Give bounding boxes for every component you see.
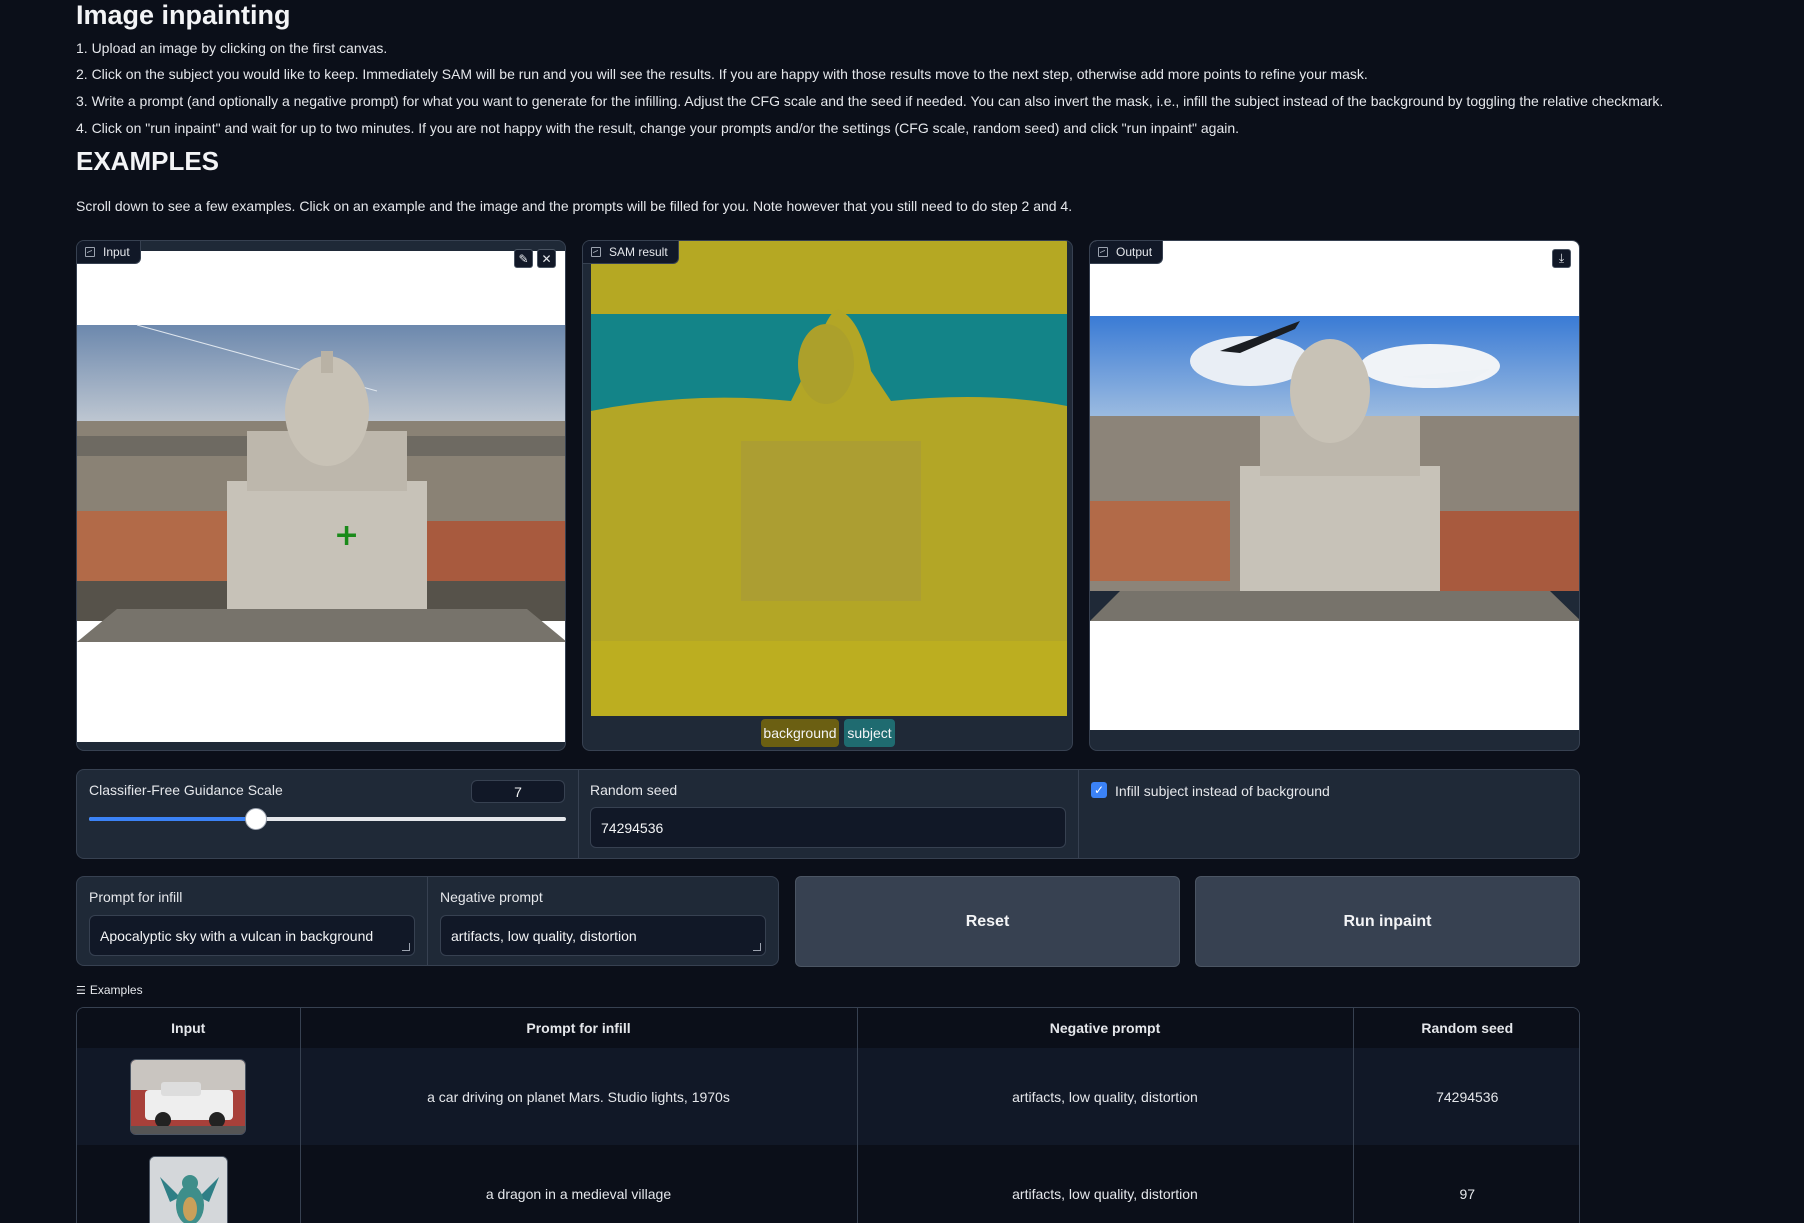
infill-subject-checkbox[interactable]: ✓ [1091, 782, 1107, 798]
seed-input[interactable]: 74294536 [590, 807, 1066, 848]
negative-prompt-textarea[interactable]: artifacts, low quality, distortion [440, 915, 766, 956]
download-icon[interactable]: ⤓ [1552, 249, 1571, 268]
table-row[interactable]: a car driving on planet Mars. Studio lig… [77, 1048, 1579, 1145]
negative-prompt-label: Negative prompt [440, 889, 543, 905]
divider [427, 877, 428, 965]
instruction-step-3: 3. Write a prompt (and optionally a nega… [76, 93, 1664, 109]
examples-intro: Scroll down to see a few examples. Click… [76, 198, 1073, 214]
examples-toggle[interactable]: ☰ Examples [76, 983, 143, 997]
input-image-panel[interactable]: Input ✎ ✕ + [76, 240, 566, 751]
instruction-step-1: 1. Upload an image by clicking on the fi… [76, 40, 388, 56]
column-header-negative: Negative prompt [857, 1008, 1354, 1048]
image-icon [1098, 247, 1108, 257]
reset-button[interactable]: Reset [795, 876, 1180, 967]
prompt-label: Prompt for infill [89, 889, 183, 905]
prompt-textarea[interactable]: Apocalyptic sky with a vulcan in backgro… [89, 915, 415, 956]
column-header-seed: Random seed [1421, 1020, 1514, 1036]
output-panel: Output ⤓ [1089, 240, 1580, 751]
output-label: Output [1090, 241, 1164, 264]
example-seed-cell: 74294536 [1436, 1088, 1499, 1105]
cfg-label: Classifier-Free Guidance Scale [89, 782, 283, 798]
column-header-prompt: Prompt for infill [300, 1008, 858, 1048]
resize-grip-icon[interactable] [753, 943, 761, 951]
negative-prompt-text: artifacts, low quality, distortion [451, 927, 637, 944]
legend-subject: subject [844, 719, 895, 747]
cfg-slider-handle[interactable] [244, 808, 267, 830]
legend-background: background [761, 719, 839, 747]
cfg-slider-track[interactable] [89, 808, 566, 830]
prompts-panel: Prompt for infill Apocalyptic sky with a… [76, 876, 779, 966]
column-header-input: Input [77, 1008, 301, 1048]
examples-heading: EXAMPLES [76, 146, 220, 176]
settings-row: Classifier-Free Guidance Scale 7 Random … [76, 769, 1580, 859]
example-negative-cell: artifacts, low quality, distortion [857, 1145, 1354, 1223]
table-row[interactable]: a dragon in a medieval village artifacts… [77, 1145, 1579, 1223]
list-icon: ☰ [76, 984, 86, 997]
sam-result-panel: SAM result background subject [582, 240, 1073, 751]
instruction-step-4: 4. Click on "run inpaint" and wait for u… [76, 120, 1240, 136]
output-image [1090, 241, 1579, 730]
infill-checkbox-label: Infill subject instead of background [1115, 783, 1330, 799]
sam-mask-image [591, 241, 1067, 716]
example-negative-cell: artifacts, low quality, distortion [857, 1048, 1354, 1145]
close-icon[interactable]: ✕ [537, 249, 556, 268]
input-canvas[interactable]: + [77, 251, 566, 742]
example-prompt-cell: a dragon in a medieval village [300, 1145, 858, 1223]
resize-grip-icon[interactable] [402, 943, 410, 951]
input-photo[interactable]: + [77, 251, 566, 742]
page-title: Image inpainting [76, 0, 291, 30]
divider [578, 770, 579, 858]
example-thumbnail-dragon[interactable] [148, 1155, 228, 1223]
sam-result-label: SAM result [583, 241, 679, 264]
point-marker-icon: + [334, 518, 359, 553]
input-label: Input [77, 241, 141, 264]
cfg-slider-fill [89, 817, 256, 821]
example-thumbnail-car[interactable] [130, 1058, 247, 1135]
image-icon [85, 247, 95, 257]
pencil-icon[interactable]: ✎ [514, 249, 533, 268]
instruction-step-2: 2. Click on the subject you would like t… [76, 66, 1368, 82]
cfg-number-input[interactable]: 7 [471, 780, 565, 803]
table-header-row: Input Prompt for infill Negative prompt … [77, 1008, 1579, 1048]
image-icon [591, 247, 601, 257]
seed-label: Random seed [590, 782, 678, 798]
examples-toggle-label: Examples [89, 983, 143, 997]
divider [1078, 770, 1079, 858]
prompt-text: Apocalyptic sky with a vulcan in backgro… [100, 927, 374, 944]
example-seed-cell: 97 [1459, 1185, 1476, 1202]
example-prompt-cell: a car driving on planet Mars. Studio lig… [300, 1048, 858, 1145]
run-inpaint-button[interactable]: Run inpaint [1195, 876, 1580, 967]
examples-table: Input Prompt for infill Negative prompt … [76, 1007, 1580, 1223]
